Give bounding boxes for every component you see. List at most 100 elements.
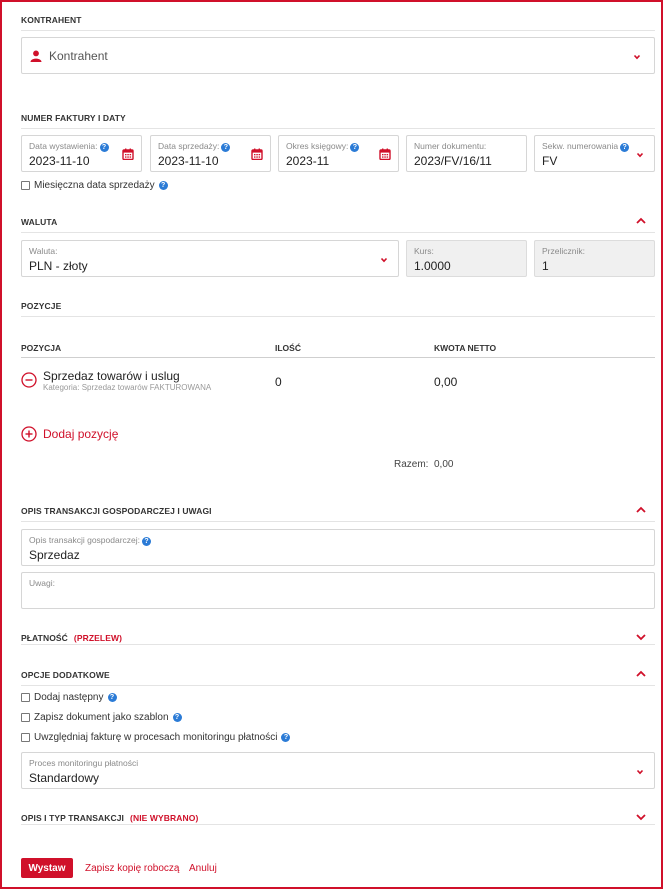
help-icon[interactable]: ? [620,143,630,152]
accounting-period-field[interactable]: Okres księgowy:? 2023-11 [278,135,399,172]
sale-date-value: 2023-11-10 [158,154,219,168]
contractor-select[interactable]: Kontrahent [21,37,655,74]
notes-field[interactable]: Uwagi: [21,572,655,609]
position-net-amount[interactable]: 0,00 [434,375,457,389]
transaction-type-tag: (NIE WYBRANO) [130,813,199,823]
minus-circle-icon[interactable] [21,372,37,388]
column-header-net-amount: KWOTA NETTO [434,343,497,353]
chevron-down-icon[interactable] [634,810,648,824]
accounting-period-value: 2023-11 [286,154,330,168]
divider [21,232,655,233]
position-name[interactable]: Sprzedaz towarów i uslug [43,369,180,383]
save-draft-link[interactable]: Zapisz kopię roboczą [85,863,180,874]
issue-date-value: 2023-11-10 [29,154,90,168]
save-template-label: Zapisz dokument jako szablon [34,712,169,723]
transaction-description-label: Opis transakcji gospodarczej: [29,535,141,545]
converter-label: Przelicznik: [542,246,585,256]
column-header-quantity: ILOŚĆ [275,343,301,353]
help-icon[interactable]: ? [350,143,360,152]
divider [21,824,655,825]
calendar-icon[interactable] [251,148,263,160]
extra-options-section-title: OPCJE DODATKOWE [21,670,110,680]
chevron-down-icon[interactable] [634,630,648,644]
chevron-down-icon [380,257,388,263]
monthly-sale-date-checkbox[interactable]: Miesięczna data sprzedaży ? [21,180,168,191]
exchange-rate-field: Kurs: 1.0000 [406,240,527,277]
add-position-button[interactable]: Dodaj pozycję [21,426,118,442]
save-template-checkbox[interactable]: Zapisz dokument jako szablon ? [21,712,182,723]
add-next-checkbox[interactable]: Dodaj następny ? [21,692,117,703]
issue-date-label: Data wystawienia: [29,141,98,151]
divider [21,30,655,31]
help-icon[interactable]: ? [142,537,152,546]
issue-button[interactable]: Wystaw [21,858,73,878]
document-number-value: 2023/FV/16/11 [414,154,492,168]
position-category: Kategoria: Sprzedaz towarów FAKTUROWANA [43,383,212,392]
user-icon [30,50,42,62]
chevron-up-icon[interactable] [634,667,648,681]
exchange-rate-label: Kurs: [414,246,434,256]
help-icon[interactable]: ? [172,713,182,722]
numbering-sequence-value: FV [542,154,558,168]
column-header-position: POZYCJA [21,343,62,353]
help-icon[interactable]: ? [107,693,117,702]
currency-section-title: WALUTA [21,217,58,227]
sale-date-label: Data sprzedaży: [158,141,220,151]
chevron-up-icon[interactable] [634,214,648,228]
accounting-period-label: Okres księgowy: [286,141,349,151]
transaction-type-section-title[interactable]: OPIS I TYP TRANSAKCJI (NIE WYBRANO) [21,813,198,823]
help-icon[interactable]: ? [158,181,168,190]
checkbox-box[interactable] [21,181,30,190]
table-header-divider [21,357,655,358]
transaction-description-value: Sprzedaz [29,548,80,562]
calendar-icon[interactable] [379,148,391,160]
issue-date-field[interactable]: Data wystawienia:? 2023-11-10 [21,135,142,172]
checkbox-box[interactable] [21,733,30,742]
transaction-type-title: OPIS I TYP TRANSAKCJI [21,813,125,823]
checkbox-box[interactable] [21,693,30,702]
divider [21,128,655,129]
sale-date-field[interactable]: Data sprzedaży:? 2023-11-10 [150,135,271,172]
payment-section-title[interactable]: PŁATNOŚĆ (PRZELEW) [21,633,122,643]
currency-value: PLN - złoty [29,259,88,273]
currency-label: Waluta: [29,246,58,256]
chevron-up-icon[interactable] [634,503,648,517]
contractor-placeholder: Kontrahent [49,49,108,63]
monthly-sale-date-label: Miesięczna data sprzedaży [34,180,155,191]
invoice-dates-section-title: NUMER FAKTURY I DATY [21,113,126,123]
monitoring-process-select[interactable]: Proces monitoringu płatności Standardowy [21,752,655,789]
payment-title: PŁATNOŚĆ [21,633,68,643]
document-number-label: Numer dokumentu: [414,141,487,151]
calendar-icon[interactable] [122,148,134,160]
chevron-down-icon [636,769,644,775]
divider [21,685,655,686]
numbering-sequence-label: Sekw. numerowania [542,141,619,151]
notes-label: Uwagi: [29,578,55,588]
help-icon[interactable]: ? [99,143,109,152]
add-next-label: Dodaj następny [34,692,104,703]
chevron-down-icon [633,54,641,60]
help-icon[interactable]: ? [221,143,231,152]
plus-circle-icon [21,426,37,442]
position-quantity[interactable]: 0 [275,375,282,389]
chevron-down-icon [636,152,644,158]
currency-select[interactable]: Waluta: PLN - złoty [21,240,399,277]
cancel-link[interactable]: Anuluj [189,863,217,874]
numbering-sequence-select[interactable]: Sekw. numerowania? FV [534,135,655,172]
total-label: Razem: [394,459,429,470]
help-icon[interactable]: ? [281,733,291,742]
payment-monitoring-checkbox[interactable]: Uwzględniaj fakturę w procesach monitori… [21,732,291,743]
positions-section-title: POZYCJE [21,301,62,311]
checkbox-box[interactable] [21,713,30,722]
payment-tag: (PRZELEW) [73,633,123,643]
converter-field: Przelicznik: 1 [534,240,655,277]
total-value: 0,00 [434,459,454,470]
exchange-rate-value: 1.0000 [414,259,451,273]
divider [21,644,655,645]
monitoring-process-value: Standardowy [29,771,100,785]
contractor-section-title: KONTRAHENT [21,15,82,25]
add-position-label: Dodaj pozycję [43,427,119,441]
page-frame: KONTRAHENT Kontrahent NUMER FAKTURY I DA… [0,0,663,889]
transaction-description-field[interactable]: Opis transakcji gospodarczej:? Sprzedaz [21,529,655,566]
document-number-field[interactable]: Numer dokumentu: 2023/FV/16/11 [406,135,527,172]
